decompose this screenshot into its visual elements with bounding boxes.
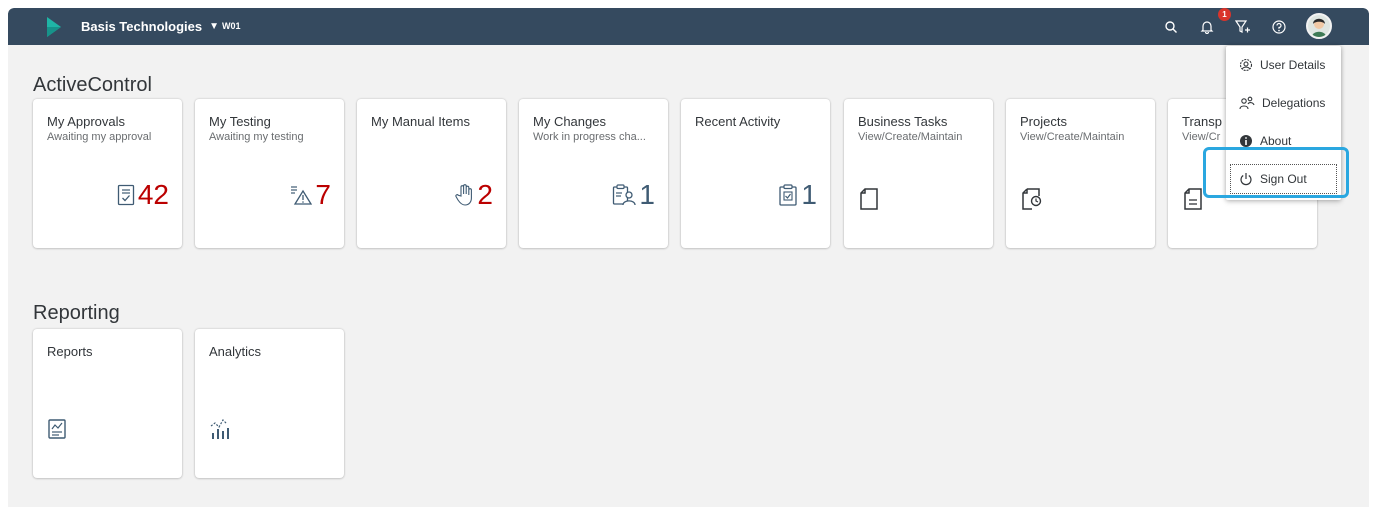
help-icon[interactable] bbox=[1269, 17, 1289, 37]
menu-item-label: User Details bbox=[1260, 58, 1326, 72]
tile-kpi-value: 1 bbox=[639, 179, 655, 210]
basis-logo bbox=[47, 17, 61, 37]
tile-subtitle: Awaiting my approval bbox=[47, 131, 152, 143]
tile-subtitle: View/Create/Maintain bbox=[1020, 131, 1125, 143]
tile-title: My Approvals bbox=[47, 114, 126, 129]
tile-my-changes[interactable]: My Changes Work in progress cha... 1 bbox=[519, 99, 668, 248]
power-icon bbox=[1240, 173, 1252, 186]
tile-subtitle: View/Cr bbox=[1182, 131, 1221, 143]
shell-bar: Basis Technologies ▼ W01 1 bbox=[8, 8, 1369, 45]
filter-add-icon[interactable] bbox=[1233, 17, 1253, 37]
tile-my-approvals[interactable]: My Approvals Awaiting my approval 42 bbox=[33, 99, 182, 248]
warning-list-icon bbox=[291, 186, 313, 205]
tile-subtitle: View/Create/Maintain bbox=[858, 131, 963, 143]
menu-item-sign-out[interactable]: Sign Out bbox=[1226, 160, 1341, 198]
search-icon[interactable] bbox=[1161, 17, 1181, 37]
caret-down-icon: ▼ bbox=[209, 21, 220, 32]
tile-title: Projects bbox=[1020, 114, 1067, 129]
report-icon bbox=[48, 419, 66, 439]
section-title-activecontrol: ActiveControl bbox=[33, 74, 152, 96]
tile-title: Analytics bbox=[209, 344, 262, 359]
tile-title: My Testing bbox=[209, 114, 271, 129]
tile-title: Business Tasks bbox=[858, 114, 948, 129]
tile-title: Reports bbox=[47, 344, 93, 359]
tile-title: Transp bbox=[1182, 114, 1222, 129]
tile-analytics[interactable]: Analytics bbox=[195, 329, 344, 478]
tile-title: My Manual Items bbox=[371, 114, 470, 129]
tile-kpi-value: 2 bbox=[477, 179, 493, 210]
menu-item-label: About bbox=[1260, 134, 1292, 148]
section-title-reporting: Reporting bbox=[33, 302, 120, 324]
menu-item-label: Delegations bbox=[1262, 96, 1326, 110]
clipboard-check-icon bbox=[779, 184, 798, 206]
tile-title: Recent Activity bbox=[695, 114, 781, 129]
approval-doc-icon bbox=[117, 184, 134, 206]
notification-badge: 1 bbox=[1218, 8, 1231, 21]
info-icon bbox=[1240, 135, 1252, 147]
hand-icon bbox=[455, 184, 473, 206]
tile-title: My Changes bbox=[533, 114, 606, 129]
tile-projects[interactable]: Projects View/Create/Maintain bbox=[1006, 99, 1155, 248]
menu-item-about[interactable]: About bbox=[1226, 122, 1341, 160]
document-icon bbox=[860, 188, 878, 210]
user-menu-popover: User Details Delegations About Sign Out bbox=[1226, 46, 1341, 200]
document-clock-icon bbox=[1022, 188, 1042, 210]
menu-item-user-details[interactable]: User Details bbox=[1226, 46, 1341, 84]
clipboard-person-icon bbox=[613, 184, 637, 206]
document-text-icon bbox=[1184, 188, 1202, 210]
bell-icon[interactable] bbox=[1197, 17, 1217, 37]
tile-my-testing[interactable]: My Testing Awaiting my testing 7 bbox=[195, 99, 344, 248]
tile-kpi-value: 7 bbox=[315, 179, 331, 210]
tile-subtitle: Work in progress cha... bbox=[533, 131, 646, 143]
analytics-icon bbox=[210, 419, 229, 439]
delegations-icon bbox=[1239, 96, 1255, 110]
company-name: Basis Technologies bbox=[81, 19, 203, 34]
tile-subtitle: Awaiting my testing bbox=[209, 131, 304, 143]
user-settings-icon bbox=[1239, 58, 1253, 72]
launchpad: Basis Technologies ▼ W01 1 ActiveControl bbox=[8, 8, 1369, 507]
menu-item-delegations[interactable]: Delegations bbox=[1226, 84, 1341, 122]
tile-my-manual-items[interactable]: My Manual Items 2 bbox=[357, 99, 506, 248]
tile-reports[interactable]: Reports bbox=[33, 329, 182, 478]
system-id: W01 bbox=[222, 21, 241, 31]
tile-business-tasks[interactable]: Business Tasks View/Create/Maintain bbox=[844, 99, 993, 248]
tile-kpi-value: 1 bbox=[801, 179, 817, 210]
company-switcher[interactable]: Basis Technologies ▼ bbox=[81, 19, 219, 34]
menu-item-label: Sign Out bbox=[1260, 172, 1307, 186]
tile-recent-activity[interactable]: Recent Activity 1 bbox=[681, 99, 830, 248]
user-avatar[interactable] bbox=[1306, 13, 1332, 39]
tile-kpi-value: 42 bbox=[137, 179, 169, 210]
